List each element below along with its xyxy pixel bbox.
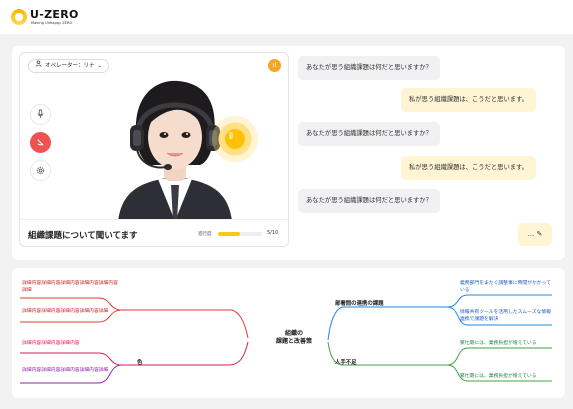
- mindmap-left-item: 詳細内容詳細内容詳細内容詳細内容詳細: [22, 368, 109, 373]
- mindmap-left-item: 詳細内容詳細内容詳細内容詳細内容詳細内容詳細: [22, 281, 118, 293]
- microphone-icon: [37, 109, 44, 119]
- progress-bar: [218, 232, 262, 236]
- mindmap-center: 組織の 課題と改善策: [275, 330, 312, 345]
- mindmap-right-item: 情報共有ツールを活用したスムーズな情報連携で課題を解決: [460, 310, 551, 322]
- chat-message-assistant: あなたが思う組織課題は何だと思いますか？: [298, 122, 440, 146]
- operator-label: オペレーター：リナ: [45, 63, 95, 69]
- chat-message-user: 私が思う組織課題は、こうだと思います。: [401, 88, 537, 112]
- audio-level-icon[interactable]: ıl: [268, 59, 281, 72]
- chat-message-user: 私が思う組織課題は、こうだと思います。: [401, 156, 537, 180]
- mindmap-right-item: 繁忙期には、業務負担が増えている: [460, 374, 537, 379]
- chat-message-assistant: あなたが思う組織課題は何だと思いますか？: [298, 56, 440, 80]
- chevron-down-icon: ⌄: [97, 63, 103, 69]
- compose-button[interactable]: ... ✎: [518, 223, 552, 246]
- progress-fill: [218, 232, 240, 236]
- microphone-button[interactable]: [30, 104, 51, 125]
- brand-name: U-ZERO: [30, 8, 79, 21]
- operator-select[interactable]: オペレーター：リナ ⌄: [28, 59, 110, 73]
- mindmap-branch-label: 部署間の連携の課題: [335, 301, 384, 307]
- mindmap-right-item: 義務部門をまたぐ調整事に時間がかかっている: [460, 281, 551, 293]
- mindmap-left-branch-label: 色: [137, 360, 143, 366]
- mindmap-right-item: 繁忙期には、業務負担が増えている: [460, 341, 537, 346]
- topic-caption: 組織課題について聞いてます: [28, 231, 138, 241]
- voice-indicator: ⦀: [212, 116, 258, 162]
- app-header: U-ZERO Making Unhappy ZERO: [0, 0, 573, 34]
- logo-icon: [11, 9, 27, 25]
- mindmap-left-item: 詳細内容詳細内容詳細内容詳細内容詳細: [22, 309, 109, 314]
- phone-off-icon: [37, 139, 44, 146]
- progress-count: 5/10: [267, 230, 279, 236]
- mindmap-branch-label: 人手不足: [335, 360, 357, 366]
- compose-dots: ...: [527, 230, 535, 238]
- chat-message-assistant: あなたが思う組織課題は何だと思いますか？: [298, 189, 440, 213]
- pencil-icon: ✎: [536, 230, 543, 238]
- mindmap-left-item: 詳細内容詳細内容詳細内容: [22, 341, 80, 346]
- settings-button[interactable]: [30, 160, 51, 181]
- mindmap: 詳細内容詳細内容詳細内容詳細内容詳細内容詳細 詳細内容詳細内容詳細内容詳細内容詳…: [12, 268, 565, 398]
- gear-icon: [36, 166, 45, 175]
- caption-bar: 組織課題について聞いてます 進行度 5/10: [20, 219, 288, 246]
- brand-tagline: Making Unhappy ZERO: [31, 21, 73, 25]
- user-icon: [35, 60, 42, 72]
- video-call-area: オペレーター：リナ ⌄ ıl ⦀ 組織課題について聞いてます 進行度 5/10: [19, 52, 289, 247]
- waveform-icon: ⦀: [229, 132, 233, 142]
- progress-label: 進行度: [198, 232, 212, 237]
- end-call-button[interactable]: [30, 132, 51, 153]
